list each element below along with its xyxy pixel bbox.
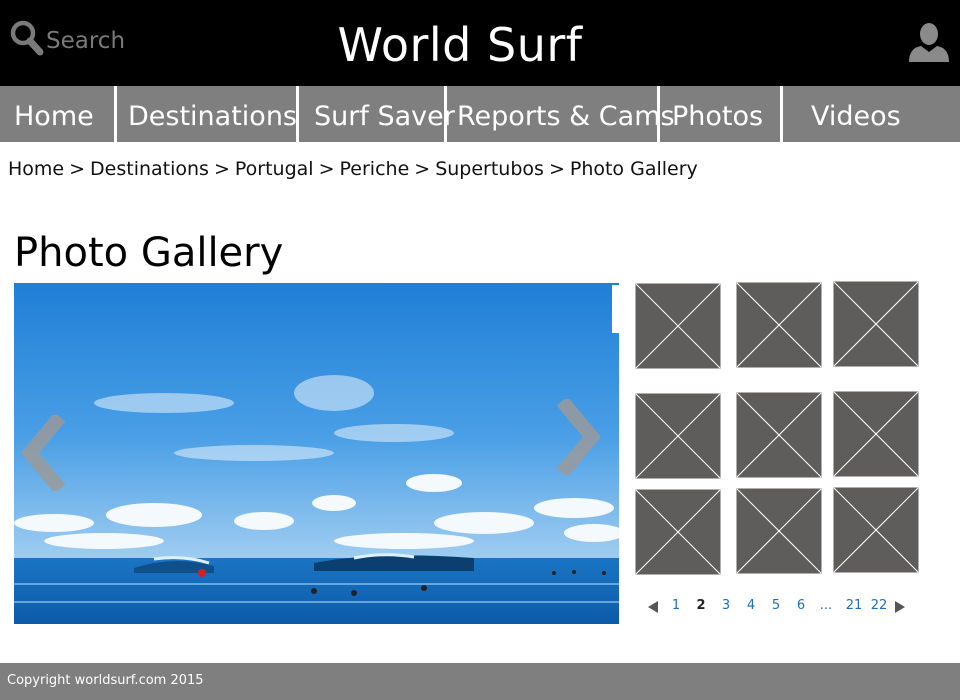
gallery-thumbnail[interactable] <box>735 281 823 369</box>
breadcrumb-destinations[interactable]: Destinations <box>90 158 209 180</box>
main-photo[interactable] <box>14 283 619 624</box>
nav-item-photos[interactable]: Photos <box>672 86 763 142</box>
gallery-thumbnail[interactable] <box>832 390 920 478</box>
nav-divider <box>114 86 117 142</box>
breadcrumb-separator: > <box>318 158 335 180</box>
page-link-current[interactable]: 2 <box>693 598 709 613</box>
top-bar: Search World Surf <box>0 0 960 86</box>
gallery-thumbnail[interactable] <box>634 392 722 480</box>
nav-divider <box>296 86 299 142</box>
site-title[interactable]: World Surf <box>0 18 920 72</box>
page-link-3[interactable]: 3 <box>718 598 734 613</box>
triangle-left-icon <box>648 601 658 617</box>
page-link-4[interactable]: 4 <box>743 598 759 613</box>
breadcrumb-periche[interactable]: Periche <box>340 158 410 180</box>
breadcrumb-separator: > <box>69 158 86 180</box>
page-ellipsis: ... <box>819 598 833 613</box>
user-icon <box>906 23 952 68</box>
next-page-button[interactable] <box>895 601 905 617</box>
page-link-22[interactable]: 22 <box>868 598 890 613</box>
page-title: Photo Gallery <box>14 230 284 276</box>
page-link-5[interactable]: 5 <box>768 598 784 613</box>
footer: Copyright worldsurf.com 2015 <box>0 663 960 700</box>
breadcrumb: Home > Destinations > Portugal > Periche > Super… <box>8 158 698 180</box>
user-account-button[interactable] <box>906 22 952 69</box>
previous-photo-button[interactable] <box>20 412 66 496</box>
nav-divider <box>444 86 447 142</box>
breadcrumb-separator: > <box>213 158 230 180</box>
page-link-1[interactable]: 1 <box>668 598 684 613</box>
triangle-right-icon <box>895 601 905 617</box>
chevron-left-icon <box>20 412 66 495</box>
breadcrumb-home[interactable]: Home <box>8 158 64 180</box>
next-photo-button[interactable] <box>556 396 602 480</box>
nav-item-reports-cams[interactable]: Reports & Cams <box>457 86 675 142</box>
gallery-thumbnail[interactable] <box>634 282 722 370</box>
copyright-text: Copyright worldsurf.com 2015 <box>7 673 204 688</box>
main-nav: Home Destinations Surf Saver Reports & C… <box>0 86 960 142</box>
nav-item-home[interactable]: Home <box>14 86 94 142</box>
breadcrumb-portugal[interactable]: Portugal <box>235 158 314 180</box>
breadcrumb-separator: > <box>548 158 565 180</box>
chevron-right-icon <box>556 396 602 479</box>
nav-item-videos[interactable]: Videos <box>811 86 901 142</box>
gallery-thumbnail[interactable] <box>634 488 722 576</box>
page-link-6[interactable]: 6 <box>793 598 809 613</box>
previous-page-button[interactable] <box>648 601 658 617</box>
gallery-thumbnail[interactable] <box>735 487 823 575</box>
gallery-thumbnail[interactable] <box>735 391 823 479</box>
gallery-thumbnail[interactable] <box>832 486 920 574</box>
nav-divider <box>657 86 660 142</box>
surf-photo-image <box>14 283 619 624</box>
page-link-21[interactable]: 21 <box>843 598 865 613</box>
breadcrumb-separator: > <box>414 158 431 180</box>
nav-divider <box>780 86 783 142</box>
nav-item-destinations[interactable]: Destinations <box>128 86 297 142</box>
breadcrumb-supertubos[interactable]: Supertubos <box>435 158 544 180</box>
nav-item-surf-saver[interactable]: Surf Saver <box>314 86 455 142</box>
gallery-thumbnail[interactable] <box>832 280 920 368</box>
breadcrumb-photo-gallery: Photo Gallery <box>569 158 698 180</box>
